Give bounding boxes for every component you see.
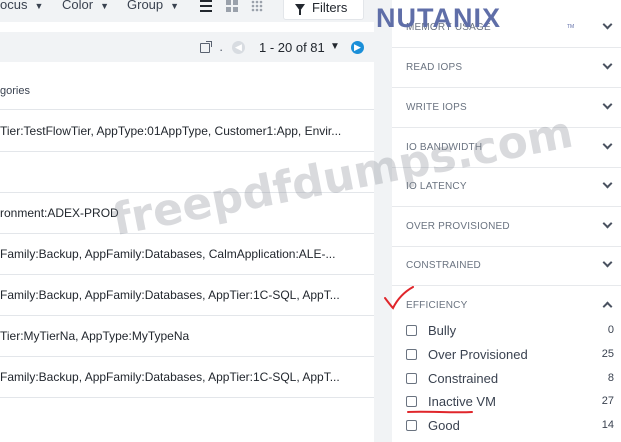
filter-icon [295, 3, 305, 15]
page-range-dropdown[interactable]: 1 - 20 of 81 [259, 40, 325, 55]
focus-dropdown[interactable]: ocus ▼ [0, 0, 43, 12]
filters-panel: MEMORY USAGE READ IOPS WRITE IOPS IO BAN… [392, 0, 621, 442]
section-label: WRITE IOPS [406, 102, 467, 113]
section-label: CONSTRAINED [406, 260, 481, 271]
filters-button[interactable]: Filters [283, 0, 364, 20]
pager-separator: · [219, 42, 224, 57]
group-label: Group [127, 0, 164, 12]
filter-section-io-latency[interactable]: IO LATENCY [392, 167, 621, 207]
chevron-right-icon: ▶ [354, 42, 361, 52]
filter-section-efficiency[interactable]: EFFICIENCY [392, 286, 621, 326]
checkbox[interactable] [406, 396, 417, 407]
option-label: Constrained [428, 371, 499, 386]
previous-page-button[interactable]: ◀ [232, 41, 245, 54]
chevron-down-icon: ▼ [170, 1, 180, 11]
filter-section-over-provisioned[interactable]: OVER PROVISIONED [392, 207, 621, 247]
chevron-down-icon: ▼ [34, 1, 44, 11]
chevron-up-icon [602, 301, 613, 312]
filter-section-read-iops[interactable]: READ IOPS [392, 48, 621, 88]
red-checkmark-annotation [384, 286, 414, 310]
table-row[interactable]: Family:Backup, AppFamily:Databases, AppT… [0, 357, 374, 398]
checkbox[interactable] [406, 420, 417, 431]
nutanix-logo: NUTANIX TM [376, 3, 575, 33]
entity-list-pane: ocus ▼ Color ▼ Group ▼ Filters · ◀ 1 - 2… [0, 0, 374, 442]
section-label: READ IOPS [406, 62, 463, 73]
table-row[interactable]: Family:Backup, AppFamily:Databases, AppT… [0, 275, 374, 316]
chevron-down-icon [602, 257, 613, 268]
filter-section-write-iops[interactable]: WRITE IOPS [392, 88, 621, 128]
section-label: OVER PROVISIONED [406, 221, 510, 232]
categories-cell: Tier:TestFlowTier, AppType:01AppType, Cu… [0, 124, 342, 138]
option-label: Over Provisioned [428, 347, 528, 362]
chevron-left-icon: ◀ [235, 42, 242, 52]
filters-button-label: Filters [312, 0, 348, 15]
efficiency-option-over-provisioned[interactable]: Over Provisioned 25 [406, 347, 614, 365]
checkbox[interactable] [406, 373, 417, 384]
focus-label: ocus [0, 0, 28, 12]
section-label: IO BANDWIDTH [406, 142, 483, 153]
option-label: Inactive VM [428, 394, 496, 409]
efficiency-option-bully[interactable]: Bully 0 [406, 323, 614, 341]
next-page-button[interactable]: ▶ [351, 41, 364, 54]
option-count: 14 [601, 419, 614, 431]
pagination-bar: · ◀ 1 - 20 of 81 ▼ ▶ [0, 32, 374, 62]
chevron-down-icon [602, 99, 613, 110]
efficiency-option-good[interactable]: Good 14 [406, 418, 614, 436]
checkbox[interactable] [406, 325, 417, 336]
section-label: IO LATENCY [406, 181, 467, 192]
chevron-down-icon [602, 139, 613, 150]
categories-cell: Family:Backup, AppFamily:Databases, AppT… [0, 288, 340, 302]
chevron-down-icon: ▼ [100, 1, 109, 11]
section-label: EFFICIENCY [406, 300, 468, 311]
option-count: 0 [607, 324, 614, 336]
option-count: 25 [601, 348, 614, 360]
logo-text: NUTANIX [376, 3, 501, 33]
option-count: 8 [607, 372, 614, 384]
group-dropdown[interactable]: Group ▼ [127, 0, 179, 12]
table-row[interactable] [0, 398, 374, 439]
categories-header-label: gories [0, 85, 30, 97]
table-row[interactable]: Tier:TestFlowTier, AppType:01AppType, Cu… [0, 111, 374, 152]
categories-cell: Family:Backup, AppFamily:Databases, Calm… [0, 247, 336, 261]
chevron-down-icon[interactable]: ▼ [330, 41, 340, 52]
table-row[interactable]: ronment:ADEX-PROD [0, 193, 374, 234]
filter-section-constrained[interactable]: CONSTRAINED [392, 246, 621, 286]
checkbox[interactable] [406, 349, 417, 360]
chevron-down-icon [602, 178, 613, 189]
option-count: 27 [601, 395, 614, 407]
chevron-down-icon [602, 19, 613, 30]
list-view-icon[interactable] [200, 0, 212, 12]
filters-sidebar: MEMORY USAGE READ IOPS WRITE IOPS IO BAN… [374, 0, 621, 442]
table-row[interactable]: Tier:MyTierNa, AppType:MyTypeNa [0, 316, 374, 357]
categories-cell: Tier:MyTierNa, AppType:MyTypeNa [0, 329, 190, 343]
color-dropdown[interactable]: Color ▼ [62, 0, 109, 12]
categories-cell: Family:Backup, AppFamily:Databases, AppT… [0, 370, 340, 384]
filter-section-io-bandwidth[interactable]: IO BANDWIDTH [392, 128, 621, 168]
trademark-mark: TM [567, 24, 575, 30]
view-toolbar: ocus ▼ Color ▼ Group ▼ Filters [0, 0, 374, 22]
categories-column-header[interactable]: gories [0, 72, 374, 110]
red-underline-annotation [407, 410, 473, 414]
option-label: Bully [428, 323, 457, 338]
tile-view-icon[interactable] [251, 0, 263, 12]
export-icon[interactable] [200, 41, 212, 53]
option-label: Good [428, 418, 460, 433]
categories-cell: ronment:ADEX-PROD [0, 206, 119, 220]
efficiency-option-constrained[interactable]: Constrained 8 [406, 371, 614, 389]
table-row[interactable]: Family:Backup, AppFamily:Databases, Calm… [0, 234, 374, 275]
table-row[interactable] [0, 152, 374, 193]
chevron-down-icon [602, 218, 613, 229]
chevron-down-icon [602, 59, 613, 70]
color-label: Color [62, 0, 94, 12]
grid-view-icon[interactable] [226, 0, 238, 12]
